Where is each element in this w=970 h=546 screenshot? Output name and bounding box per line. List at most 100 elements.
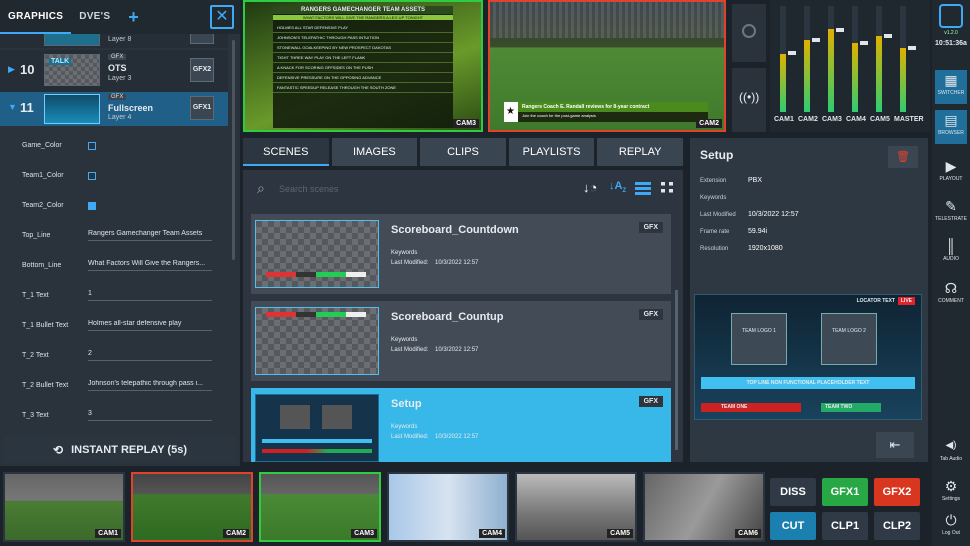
audio-meter[interactable]: [828, 6, 834, 112]
clp2-button[interactable]: CLP2: [874, 512, 920, 540]
expand-icon[interactable]: ▶: [8, 64, 15, 75]
search-box[interactable]: ⌕ Search scenes: [257, 178, 377, 200]
scene-title: Scoreboard_Countup: [391, 311, 504, 323]
close-button[interactable]: ✕: [210, 5, 234, 29]
alpha-sort-icon[interactable]: ↓AZ: [609, 180, 626, 194]
list-view-icon[interactable]: [635, 182, 651, 196]
scene-card-selected[interactable]: Setup Keywords Last Modified: 10/3/2022 …: [251, 388, 671, 462]
fader-handle[interactable]: [812, 38, 820, 42]
instant-replay-button[interactable]: ⟲ INSTANT REPLAY (5s): [4, 437, 236, 463]
tab-audio-label: Tab Audio: [940, 456, 962, 462]
scene-tag: GFX: [638, 222, 663, 233]
fader-handle[interactable]: [836, 28, 844, 32]
cam1-preview[interactable]: CAM1: [3, 472, 125, 542]
gfx1-button[interactable]: GFX1: [822, 478, 868, 506]
tab-playlists[interactable]: PLAYLISTS: [508, 138, 595, 166]
property-label: Bottom_Line: [22, 262, 62, 269]
cam3-preview[interactable]: CAM3: [259, 472, 381, 542]
layer-output-button[interactable]: GFX1: [190, 34, 214, 44]
record-button[interactable]: [732, 4, 766, 62]
tab-graphics[interactable]: GRAPHICS: [0, 0, 72, 34]
audio-meter[interactable]: [780, 6, 786, 112]
history-sort-icon[interactable]: ↓◔: [583, 180, 597, 195]
property-input[interactable]: Rangers Gamechanger Team Assets: [88, 230, 212, 241]
cam2-monitor[interactable]: Rangers Coach E. Randall reviews for 8-y…: [488, 0, 726, 132]
audio-button[interactable]: ║ AUDIO: [935, 236, 967, 270]
switcher-button[interactable]: ▦ SWITCHER: [935, 70, 967, 104]
graphics-panel: GRAPHICS DVE'S + ✕ Layer 8 GFX1 ▶ 10 TAL…: [0, 0, 240, 466]
grid-view-icon[interactable]: [657, 182, 673, 196]
layer-row-selected[interactable]: ▼ 11 GFX Fullscreen Layer 4 GFX1: [0, 92, 228, 126]
cam2-label: CAM2: [696, 119, 722, 128]
property-input[interactable]: 1: [88, 290, 212, 301]
scene-card[interactable]: Scoreboard_Countup Keywords Last Modifie…: [251, 301, 671, 381]
cut-button[interactable]: CUT: [770, 512, 816, 540]
property-input[interactable]: What Factors Will Give the Rangers...: [88, 260, 212, 271]
tab-replay[interactable]: REPLAY: [597, 138, 683, 166]
broadcast-icon: ((•)): [739, 90, 760, 104]
gfx-row: HOLMES ALL STAR DEFENSIVE PLAY: [273, 23, 453, 33]
layer-row[interactable]: ▶ 10 TALK GFX OTS Layer 3 GFX2: [0, 50, 228, 92]
fader-handle[interactable]: [884, 34, 892, 38]
layer-output-button[interactable]: GFX2: [190, 58, 214, 82]
add-icon[interactable]: +: [128, 7, 139, 28]
clp1-button[interactable]: CLP1: [822, 512, 868, 540]
property-label: T_2 Bullet Text: [22, 382, 69, 389]
property-row: T_3 Text 3: [0, 402, 228, 432]
setup-field-label: Frame rate: [700, 229, 730, 235]
property-checkbox[interactable]: [88, 142, 96, 150]
cam3-monitor[interactable]: RANGERS GAMECHANGER TEAM ASSETS WHAT FAC…: [243, 0, 483, 132]
comment-button[interactable]: ☊ COMMENT: [935, 278, 967, 312]
property-input[interactable]: 3: [88, 410, 212, 421]
fader-handle[interactable]: [788, 51, 796, 55]
scrollbar[interactable]: [232, 40, 235, 260]
star-icon: ★: [506, 106, 515, 117]
tab-scenes[interactable]: SCENES: [243, 138, 329, 166]
load-button[interactable]: ⇤: [876, 432, 914, 458]
tab-clips[interactable]: CLIPS: [420, 138, 506, 166]
gfx-row: A KNACK FOR SCORING OFFSIDES ON THE PUSH: [273, 63, 453, 73]
scene-modified-label: Last Modified:: [391, 434, 429, 440]
stream-button[interactable]: ((•)): [732, 68, 766, 132]
scrollbar[interactable]: [675, 290, 678, 450]
property-checkbox[interactable]: [88, 202, 96, 210]
cam5-preview[interactable]: CAM5: [515, 472, 637, 542]
audio-channel-label: MASTER: [894, 116, 924, 123]
collapse-icon[interactable]: ▼: [8, 102, 17, 112]
browser-button[interactable]: ▤ BROWSER: [935, 110, 967, 144]
delete-button[interactable]: 🗑: [888, 146, 918, 168]
logout-button[interactable]: ⏻ Log Out: [935, 510, 967, 544]
tab-audio-button[interactable]: ◀) Tab Audio: [935, 436, 967, 470]
cam2-preview[interactable]: CAM2: [131, 472, 253, 542]
tab-images[interactable]: IMAGES: [331, 138, 418, 166]
tab-dves[interactable]: DVE'S: [71, 0, 118, 34]
scene-card[interactable]: Scoreboard_Countdown Keywords Last Modif…: [251, 214, 671, 294]
layer-number: 10: [20, 62, 35, 77]
headset-icon: ☊: [944, 280, 958, 296]
fader-handle[interactable]: [908, 46, 916, 50]
playout-button[interactable]: ▶ PLAYOUT: [935, 156, 967, 190]
audio-meter[interactable]: [852, 6, 858, 112]
fader-handle[interactable]: [860, 41, 868, 45]
layer-row[interactable]: Layer 8 GFX1: [0, 34, 228, 48]
property-label: Team2_Color: [22, 202, 64, 209]
telestrate-button[interactable]: ✎ TELESTRATE: [935, 196, 967, 230]
property-input[interactable]: 2: [88, 350, 212, 361]
cam4-preview[interactable]: CAM4: [387, 472, 509, 542]
trash-icon: 🗑: [896, 151, 910, 163]
gfx-row: JOHNSON'S TELEPATHIC THROUGH PASS INTUIT…: [273, 33, 453, 43]
cam6-preview[interactable]: CAM6: [643, 472, 765, 542]
diss-button[interactable]: DISS: [770, 478, 816, 506]
clock: 10:51:36a: [935, 40, 967, 47]
audio-meter[interactable]: [804, 6, 810, 112]
property-checkbox[interactable]: [88, 172, 96, 180]
search-input[interactable]: Search scenes: [279, 184, 339, 194]
property-input[interactable]: Johnson's telepathic through pass i...: [88, 380, 212, 391]
property-input[interactable]: Holmes all-star defensive play: [88, 320, 212, 331]
layer-output-button[interactable]: GFX1: [190, 96, 214, 120]
settings-button[interactable]: ⚙ Settings: [935, 476, 967, 510]
app-logo: [939, 4, 963, 28]
audio-meter[interactable]: [900, 6, 906, 112]
audio-meter[interactable]: [876, 6, 882, 112]
gfx2-button[interactable]: GFX2: [874, 478, 920, 506]
